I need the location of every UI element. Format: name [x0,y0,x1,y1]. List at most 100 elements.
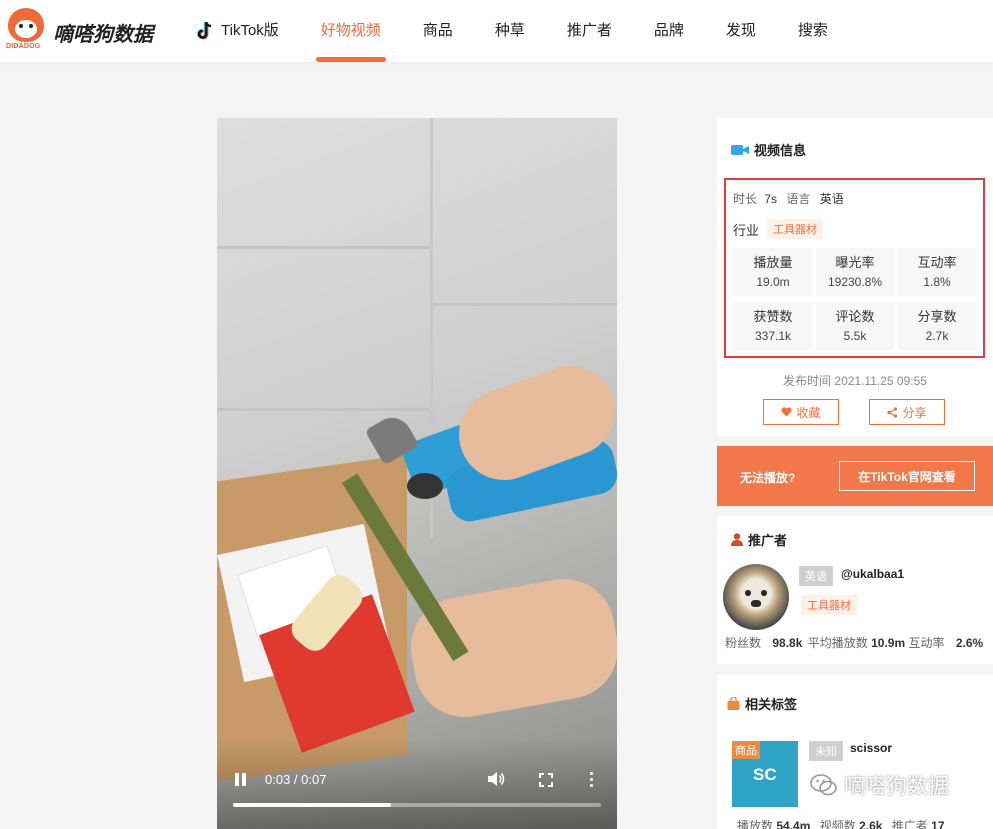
top-header: DIDADOG 嘀嗒狗数据 TikTok版 好物视频 商品 种草 推广者 品牌 … [0,0,993,62]
brand-name[interactable]: 嘀嗒狗数据 [53,18,153,47]
logo-text: DIDADOG [6,43,41,50]
shopping-bag-icon [727,697,740,710]
tag-video-label: 视频数 [819,819,856,829]
stat-comments: 评论数 5.5k [816,302,894,350]
tags-heading: 相关标签 [727,694,797,713]
nav-tiktok-label: TikTok版 [221,22,279,39]
promoter-stats: 粉丝数 98.8k 平均播放数 10.9m 互动率 2.6% [725,634,983,651]
person-icon [731,533,743,546]
industry-label: 行业 [733,222,760,238]
heart-icon [781,407,793,417]
promoter-category-tag[interactable]: 工具器材 [801,595,857,615]
fullscreen-icon[interactable] [539,773,553,787]
nav-products[interactable]: 商品 [423,0,453,62]
stat-shares: 分享数 2.7k [898,302,976,350]
share-label: 分享 [902,405,927,420]
tag-promoter-value: 17 [931,819,945,829]
stat-comments-label: 评论数 [835,309,875,324]
watermark: 嘀嗒狗数据 [810,770,949,800]
nav-discover[interactable]: 发现 [726,0,756,62]
cannot-play-text: 无法播放? [740,471,796,485]
promoter-language-tag: 英语 [799,566,833,586]
favorite-button[interactable]: 收藏 [763,399,839,425]
nav-promoters[interactable]: 推广者 [567,0,612,62]
stat-plays-value: 19.0m [756,275,790,289]
nav-seeding[interactable]: 种草 [495,0,525,62]
volume-icon[interactable] [487,771,505,787]
engage-value: 2.6% [955,636,984,650]
tiktok-icon [196,21,212,40]
video-stats-highlight: 时长 7s 语言 英语 行业 工具器材 播放量 19.0m 曝光率 19230.… [724,178,985,358]
thumb-text: SC [753,765,777,784]
industry-row: 行业 工具器材 [733,219,824,239]
stat-likes: 获赞数 337.1k [734,302,812,350]
avg-play-value: 10.9m [871,636,906,650]
promoter-heading: 推广者 [731,530,787,549]
nav-tiktok[interactable]: TikTok版 [196,0,279,62]
more-options-icon[interactable] [590,772,594,788]
tag-thumbnail[interactable]: 商品 SC [732,741,798,807]
fans-value: 98.8k [772,636,803,650]
related-tags-panel: 相关标签 商品 SC 未知 scissor 播放数 54.4m 视频数 2.6k… [717,675,993,829]
avg-play-label: 平均播放数 [807,636,868,650]
stat-exposure-value: 19230.8% [827,275,883,289]
share-button[interactable]: 分享 [869,399,945,425]
language-label: 语言 [786,192,811,206]
progress-fill [233,803,392,807]
time-display: 0:03 / 0:07 [265,772,327,787]
engage-label: 互动率 [908,636,945,650]
duration-label: 时长 [733,192,758,206]
pause-icon[interactable] [235,773,247,787]
fans-label: 粉丝数 [725,636,762,650]
stat-shares-value: 2.7k [925,329,949,343]
stat-exposure: 曝光率 19230.8% [816,248,894,296]
stat-likes-value: 337.1k [754,329,792,343]
stat-comments-value: 5.5k [843,329,867,343]
duration-row: 时长 7s 语言 英语 [733,190,844,207]
video-info-heading: 视频信息 [731,140,806,159]
tag-status: 未知 [809,741,843,761]
open-tiktok-button[interactable]: 在TikTok官网查看 [839,461,975,491]
main-nav: TikTok版 好物视频 商品 种草 推广者 品牌 发现 搜索 [196,0,870,62]
thumb-badge: 商品 [732,741,760,759]
tag-name[interactable]: scissor [850,741,892,755]
stat-engagement: 互动率 1.8% [898,248,976,296]
industry-tag[interactable]: 工具器材 [767,219,824,239]
stat-plays-label: 播放量 [753,255,793,270]
publish-value: 2021.11.25 09:55 [834,374,927,388]
promoter-avatar[interactable] [723,564,789,630]
stat-engagement-label: 互动率 [917,255,957,270]
stat-shares-label: 分享数 [917,309,957,324]
cannot-play-bar: 无法播放? 在TikTok官网查看 [717,446,993,506]
video-player[interactable]: 0:03 / 0:07 [217,118,617,829]
publish-label: 发布时间 [783,374,832,388]
video-camera-icon [731,144,749,155]
promoter-panel: 推广者 英语 @ukalbaa1 工具器材 粉丝数 98.8k 平均播放数 10… [717,516,993,664]
stat-likes-label: 获赞数 [753,309,793,324]
wechat-icon [810,774,837,796]
stat-engagement-value: 1.8% [923,275,951,289]
shiba-logo-icon [8,8,44,42]
promoter-title: 推广者 [748,533,788,548]
share-icon [887,406,898,418]
tag-video-value: 2.6k [859,819,883,829]
nav-good-videos[interactable]: 好物视频 [315,0,386,62]
nav-search[interactable]: 搜索 [798,0,828,62]
favorite-label: 收藏 [796,405,821,420]
publish-time: 发布时间 2021.11.25 09:55 [717,372,993,389]
video-info-title: 视频信息 [754,143,807,158]
promoter-handle[interactable]: @ukalbaa1 [841,567,904,581]
tag-play-value: 54.4m [776,819,811,829]
stat-exposure-label: 曝光率 [835,255,875,270]
tag-stats: 播放数 54.4m 视频数 2.6k 推广者 17 [737,817,945,829]
didadog-logo[interactable]: DIDADOG [6,8,46,54]
language-value: 英语 [819,192,844,206]
watermark-text: 嘀嗒狗数据 [844,775,949,798]
duration-value: 7s [764,192,778,206]
nav-brands[interactable]: 品牌 [654,0,684,62]
tag-promoter-label: 推广者 [891,819,928,829]
progress-bar[interactable] [233,803,601,807]
stat-plays: 播放量 19.0m [734,248,812,296]
tags-title: 相关标签 [745,697,798,712]
tag-play-label: 播放数 [737,819,774,829]
